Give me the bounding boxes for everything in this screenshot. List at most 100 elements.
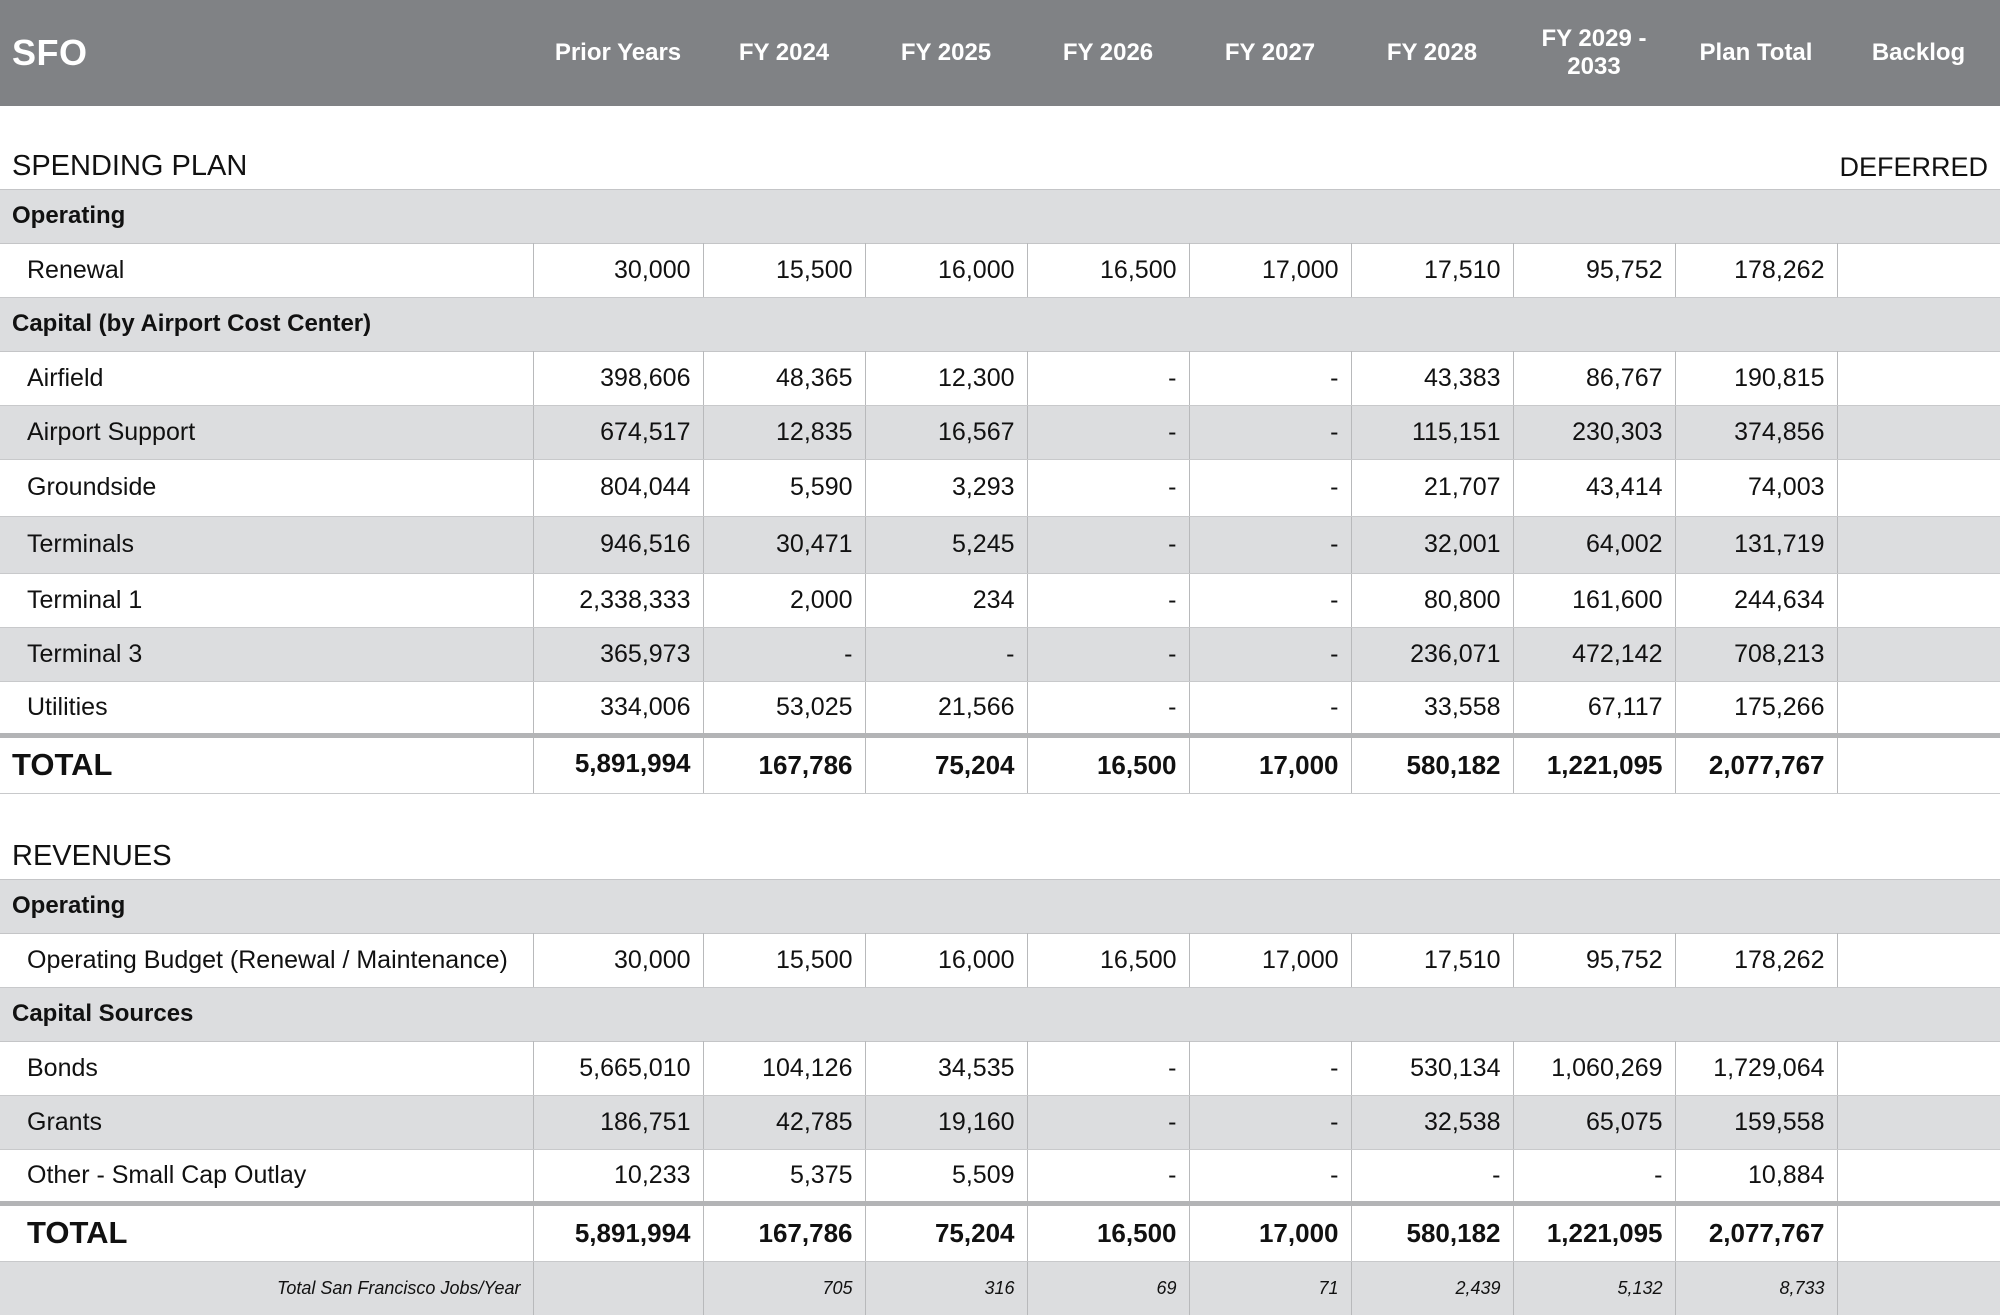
cell-value xyxy=(1836,1041,2000,1096)
cell-value xyxy=(1836,405,2000,460)
spending-plan-section-title: SPENDING PLAN xyxy=(12,149,248,182)
cell-value: 30,000 xyxy=(532,933,703,988)
cell-value: - xyxy=(1026,516,1189,574)
cell-value: 5,132 xyxy=(1512,1261,1675,1315)
row-label: Other - Small Cap Outlay xyxy=(0,1149,533,1204)
cell-value: 316 xyxy=(864,1261,1027,1315)
cell-value: 1,221,095 xyxy=(1512,1203,1675,1262)
cell-value: - xyxy=(1188,516,1351,574)
col-header-fy-2029-2033: FY 2029 - 2033 xyxy=(1541,25,1647,80)
cell-value: 15,500 xyxy=(702,933,865,988)
col-header-backlog: Backlog xyxy=(1871,39,1966,66)
cell-value: 1,221,095 xyxy=(1512,735,1675,794)
header-row: SFO Prior Years FY 2024 FY 2025 FY 2026 … xyxy=(0,0,2000,106)
cell-value xyxy=(1836,735,2000,794)
cell-value: 16,500 xyxy=(1026,933,1189,988)
cell-value: 16,500 xyxy=(1026,735,1189,794)
cell-value: 42,785 xyxy=(702,1095,865,1150)
cell-value: 167,786 xyxy=(702,1203,865,1262)
cell-value: 19,160 xyxy=(864,1095,1027,1150)
row-label: Terminals xyxy=(0,516,533,574)
cell-value: 43,383 xyxy=(1350,351,1513,406)
cell-value: 5,891,994 xyxy=(532,1203,703,1262)
table-row: Operating Budget (Renewal / Maintenance)… xyxy=(0,933,2000,988)
cell-value: 75,204 xyxy=(864,1203,1027,1262)
cell-value: 708,213 xyxy=(1674,627,1837,682)
cell-value: 16,000 xyxy=(864,933,1027,988)
cell-value: 115,151 xyxy=(1350,405,1513,460)
cell-value xyxy=(1836,681,2000,736)
col-header-plan-total: Plan Total xyxy=(1699,39,1813,66)
table-row: Renewal 30,000 15,500 16,000 16,500 17,000 17,… xyxy=(0,243,2000,298)
row-label: Grants xyxy=(0,1095,533,1150)
revenues-operating-group-header: Operating xyxy=(0,879,2000,933)
revenues-capital-group-label: Capital Sources xyxy=(12,1000,194,1027)
table-row: Utilities 334,006 53,025 21,566- -33,558 67,1… xyxy=(0,681,2000,736)
cell-value: 53,025 xyxy=(702,681,865,736)
cell-value: 472,142 xyxy=(1512,627,1675,682)
spending-capital-group-header: Capital (by Airport Cost Center) xyxy=(0,297,2000,351)
row-label: TOTAL xyxy=(0,1203,533,1262)
cell-value: - xyxy=(1188,405,1351,460)
spacer-row xyxy=(0,793,2000,831)
cell-value: - xyxy=(1188,351,1351,406)
cell-value xyxy=(1836,933,2000,988)
cell-value: 365,973 xyxy=(532,627,703,682)
cell-value: 2,077,767 xyxy=(1674,735,1837,794)
cell-value: 1,060,269 xyxy=(1512,1041,1675,1096)
cell-value: 530,134 xyxy=(1350,1041,1513,1096)
cell-value: 161,600 xyxy=(1512,573,1675,628)
cell-value: 16,567 xyxy=(864,405,1027,460)
cell-value: 15,500 xyxy=(702,243,865,298)
cell-value: 2,000 xyxy=(702,573,865,628)
cell-value xyxy=(1836,351,2000,406)
spending-capital-group-label: Capital (by Airport Cost Center) xyxy=(12,310,372,337)
cell-value: 580,182 xyxy=(1350,1203,1513,1262)
cell-value: 234 xyxy=(864,573,1027,628)
cell-value: 16,500 xyxy=(1026,243,1189,298)
cell-value: 236,071 xyxy=(1350,627,1513,682)
cell-value: 69 xyxy=(1026,1261,1189,1315)
cell-value: 5,375 xyxy=(702,1149,865,1204)
cell-value: 17,000 xyxy=(1188,243,1351,298)
cell-value xyxy=(1836,459,2000,517)
col-header-fy-2024: FY 2024 xyxy=(738,39,830,66)
col-header-prior-years: Prior Years xyxy=(554,39,682,66)
cell-value: - xyxy=(1026,681,1189,736)
cell-value: 21,566 xyxy=(864,681,1027,736)
cell-value: 2,439 xyxy=(1350,1261,1513,1315)
row-label: Operating Budget (Renewal / Maintenance) xyxy=(0,933,533,988)
cell-value: 804,044 xyxy=(532,459,703,517)
cell-value: 5,891,994 xyxy=(532,735,703,794)
cell-value: - xyxy=(1026,1041,1189,1096)
cell-value: - xyxy=(1026,351,1189,406)
cell-value: - xyxy=(1026,627,1189,682)
cell-value: 12,300 xyxy=(864,351,1027,406)
cell-value: 74,003 xyxy=(1674,459,1837,517)
row-label: Airfield xyxy=(0,351,533,406)
cell-value xyxy=(1836,573,2000,628)
table-body: SPENDING PLAN DEFERRED Operating Renewal 30,… xyxy=(0,106,2000,1315)
cell-value: 65,075 xyxy=(1512,1095,1675,1150)
cell-value: 175,266 xyxy=(1674,681,1837,736)
cell-value: 674,517 xyxy=(532,405,703,460)
cell-value: 32,001 xyxy=(1350,516,1513,574)
cell-value: 86,767 xyxy=(1512,351,1675,406)
cell-value: 190,815 xyxy=(1674,351,1837,406)
cell-value: 75,204 xyxy=(864,735,1027,794)
cell-value: - xyxy=(1350,1149,1513,1204)
cell-value: 10,884 xyxy=(1674,1149,1837,1204)
table-row: Bonds 5,665,010 104,126 34,535- -530,134 1,06… xyxy=(0,1041,2000,1096)
jobs-per-year-row: Total San Francisco Jobs/Year 705 316 69 71 2… xyxy=(0,1261,2000,1315)
table-row: Airfield 398,606 48,365 12,300- -43,383 86,76… xyxy=(0,351,2000,406)
spending-plan-section-header: SPENDING PLAN DEFERRED xyxy=(0,141,2000,189)
col-header-fy-2026: FY 2026 xyxy=(1062,39,1154,66)
cell-value xyxy=(1836,1203,2000,1262)
cell-value: 10,233 xyxy=(532,1149,703,1204)
cell-value: 95,752 xyxy=(1512,933,1675,988)
cell-value: 71 xyxy=(1188,1261,1351,1315)
cell-value: 33,558 xyxy=(1350,681,1513,736)
col-header-fy-2025: FY 2025 xyxy=(900,39,992,66)
cell-value xyxy=(532,1261,703,1315)
cell-value: 5,509 xyxy=(864,1149,1027,1204)
